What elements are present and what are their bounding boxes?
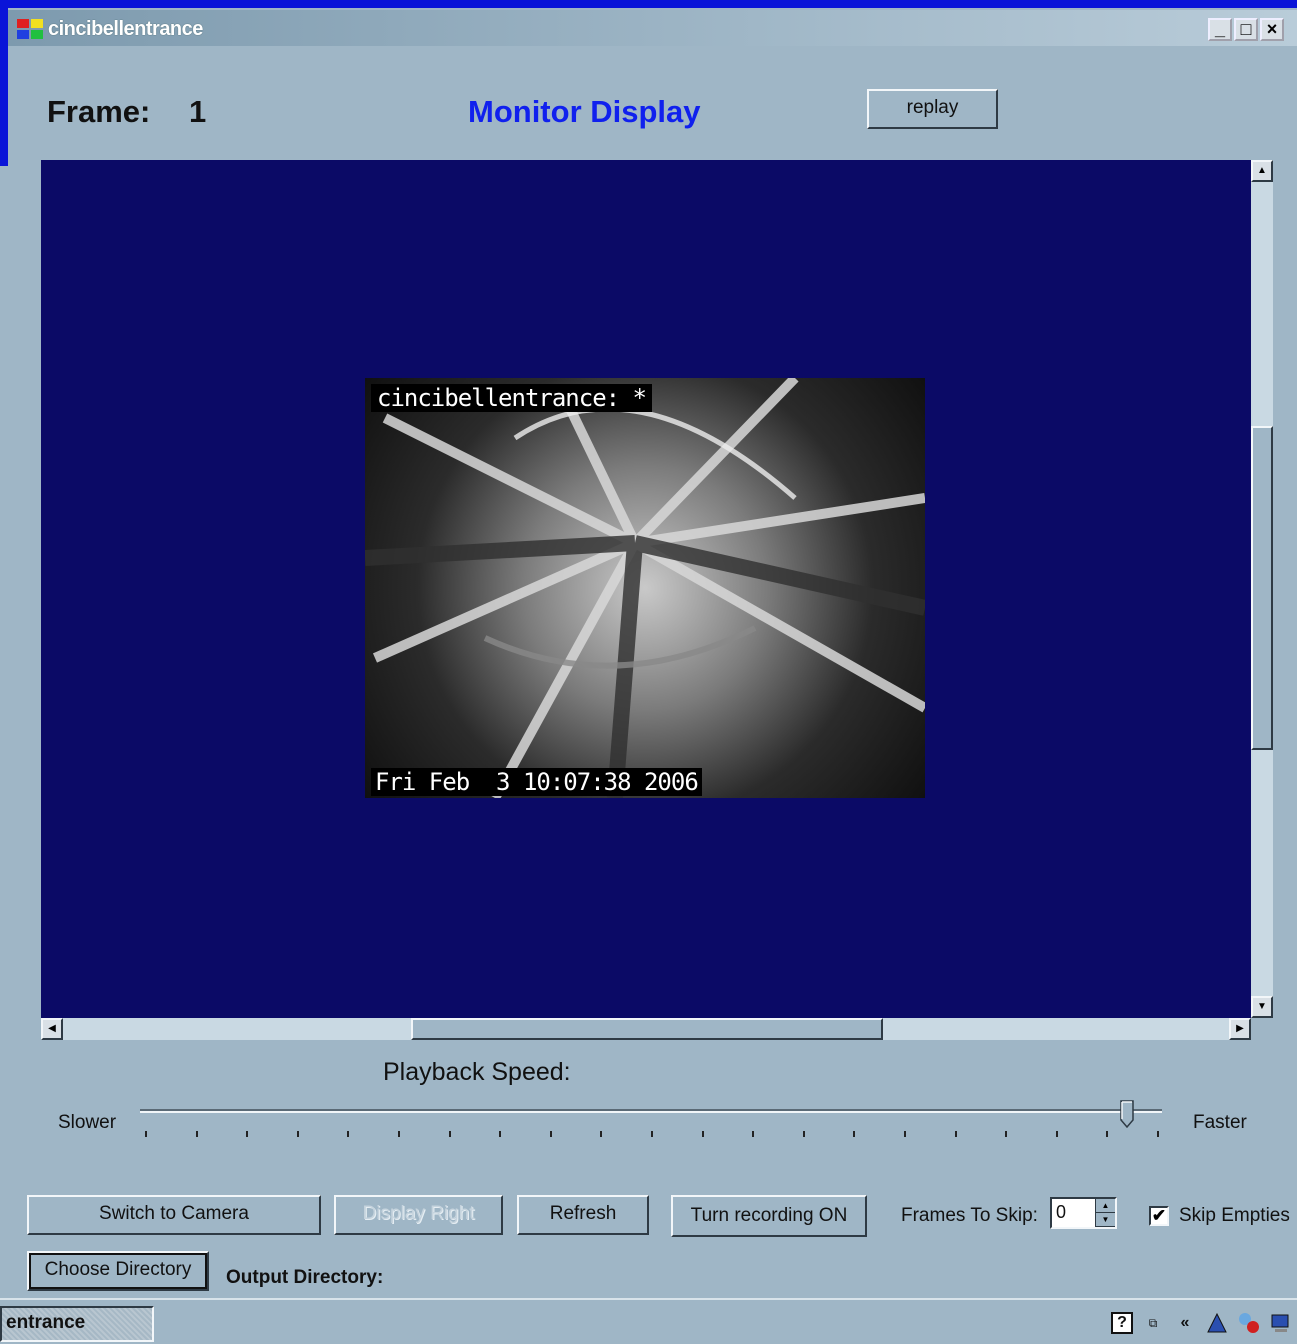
app-icon xyxy=(17,19,43,39)
frames-to-skip-label: Frames To Skip: xyxy=(901,1205,1038,1226)
slider-tick xyxy=(701,1131,704,1137)
system-tray: ? ⧉ « xyxy=(1111,1304,1297,1342)
slider-tick xyxy=(347,1131,350,1137)
slider-tick xyxy=(296,1131,299,1137)
window-title: cincibellentrance xyxy=(48,18,203,40)
refresh-button[interactable]: Refresh xyxy=(517,1195,649,1235)
slider-tick xyxy=(246,1131,249,1137)
skip-empties-checkbox[interactable]: ✔ xyxy=(1149,1206,1169,1226)
scroll-right-arrow-icon[interactable]: ▶ xyxy=(1229,1018,1251,1040)
screen-left-border xyxy=(0,0,8,166)
network-icon[interactable] xyxy=(1205,1311,1229,1335)
camera-image: cincibellentrance: * Fri Feb 3 10:07:38 … xyxy=(365,378,925,798)
slider-tick xyxy=(904,1131,906,1137)
display-right-button[interactable]: Display Right xyxy=(334,1195,503,1235)
horizontal-scrollbar[interactable]: ◀ ▶ xyxy=(41,1018,1251,1040)
help-icon[interactable]: ? xyxy=(1111,1312,1133,1334)
slider-tick xyxy=(499,1131,502,1137)
scroll-down-arrow-icon[interactable]: ▼ xyxy=(1251,996,1273,1018)
slider-tick xyxy=(549,1131,552,1137)
output-directory-label: Output Directory: xyxy=(226,1267,384,1288)
slider-tick xyxy=(145,1131,147,1137)
restore-window-icon[interactable]: ⧉ xyxy=(1141,1311,1165,1335)
slower-label: Slower xyxy=(58,1112,117,1133)
skip-empties-label[interactable]: Skip Empties xyxy=(1179,1205,1290,1227)
maximize-button[interactable]: □ xyxy=(1234,18,1258,41)
turn-recording-on-button[interactable]: Turn recording ON xyxy=(671,1195,867,1237)
slider-tick xyxy=(651,1131,653,1137)
slider-tick xyxy=(600,1131,603,1137)
minimize-button[interactable]: _ xyxy=(1208,18,1232,41)
slider-tick xyxy=(1157,1131,1159,1137)
frame-number: 1 xyxy=(189,94,207,129)
stepper-down-icon[interactable]: ▼ xyxy=(1096,1213,1115,1227)
slider-tick xyxy=(1106,1131,1109,1137)
taskbar: entrance ? ⧉ « xyxy=(0,1298,1297,1344)
vertical-scrollbar[interactable]: ▲ ▼ xyxy=(1251,160,1273,1018)
show-hidden-icons-icon[interactable]: « xyxy=(1173,1311,1197,1335)
stepper-up-icon[interactable]: ▲ xyxy=(1096,1199,1115,1213)
slider-tick xyxy=(802,1131,805,1137)
scroll-left-arrow-icon[interactable]: ◀ xyxy=(41,1018,63,1040)
computer-icon[interactable] xyxy=(1269,1311,1293,1335)
scroll-up-arrow-icon[interactable]: ▲ xyxy=(1251,160,1273,182)
screen-top-border xyxy=(0,0,1297,8)
frame-label: Frame: xyxy=(47,94,151,129)
choose-directory-button[interactable]: Choose Directory xyxy=(27,1251,209,1291)
slider-tick xyxy=(1005,1131,1008,1137)
playback-speed-label: Playback Speed: xyxy=(383,1058,571,1086)
playback-speed-ticks xyxy=(145,1131,1159,1139)
monitor-display-title: Monitor Display xyxy=(468,94,701,129)
replay-button[interactable]: replay xyxy=(867,89,998,129)
slider-tick xyxy=(398,1131,400,1137)
frames-to-skip-stepper[interactable]: 0 ▲ ▼ xyxy=(1050,1197,1117,1229)
switch-to-camera-button[interactable]: Switch to Camera xyxy=(27,1195,321,1235)
scrollbar-corner xyxy=(1251,1018,1273,1040)
window-titlebar[interactable]: cincibellentrance _ □ × xyxy=(8,10,1297,46)
horizontal-scroll-thumb[interactable] xyxy=(411,1018,883,1040)
camera-scene xyxy=(365,378,925,798)
taskbar-window-button[interactable]: entrance xyxy=(0,1306,154,1342)
faster-label: Faster xyxy=(1193,1112,1247,1133)
slider-tick xyxy=(195,1131,198,1137)
slider-tick xyxy=(853,1131,856,1137)
connection-error-icon[interactable] xyxy=(1237,1311,1261,1335)
camera-name-overlay: cincibellentrance: * xyxy=(371,384,652,412)
slider-tick xyxy=(752,1131,755,1137)
close-button[interactable]: × xyxy=(1260,18,1284,41)
playback-speed-track[interactable] xyxy=(140,1109,1162,1113)
frames-to-skip-value[interactable]: 0 xyxy=(1056,1202,1066,1223)
monitor-viewport[interactable]: cincibellentrance: * Fri Feb 3 10:07:38 … xyxy=(41,160,1251,1018)
camera-timestamp-overlay: Fri Feb 3 10:07:38 2006 xyxy=(371,768,702,796)
slider-tick xyxy=(954,1131,957,1137)
checkmark-icon: ✔ xyxy=(1151,1206,1167,1225)
playback-speed-slider-thumb[interactable] xyxy=(1119,1100,1134,1128)
vertical-scroll-thumb[interactable] xyxy=(1251,426,1273,750)
slider-tick xyxy=(448,1131,451,1137)
slider-tick xyxy=(1055,1131,1058,1137)
